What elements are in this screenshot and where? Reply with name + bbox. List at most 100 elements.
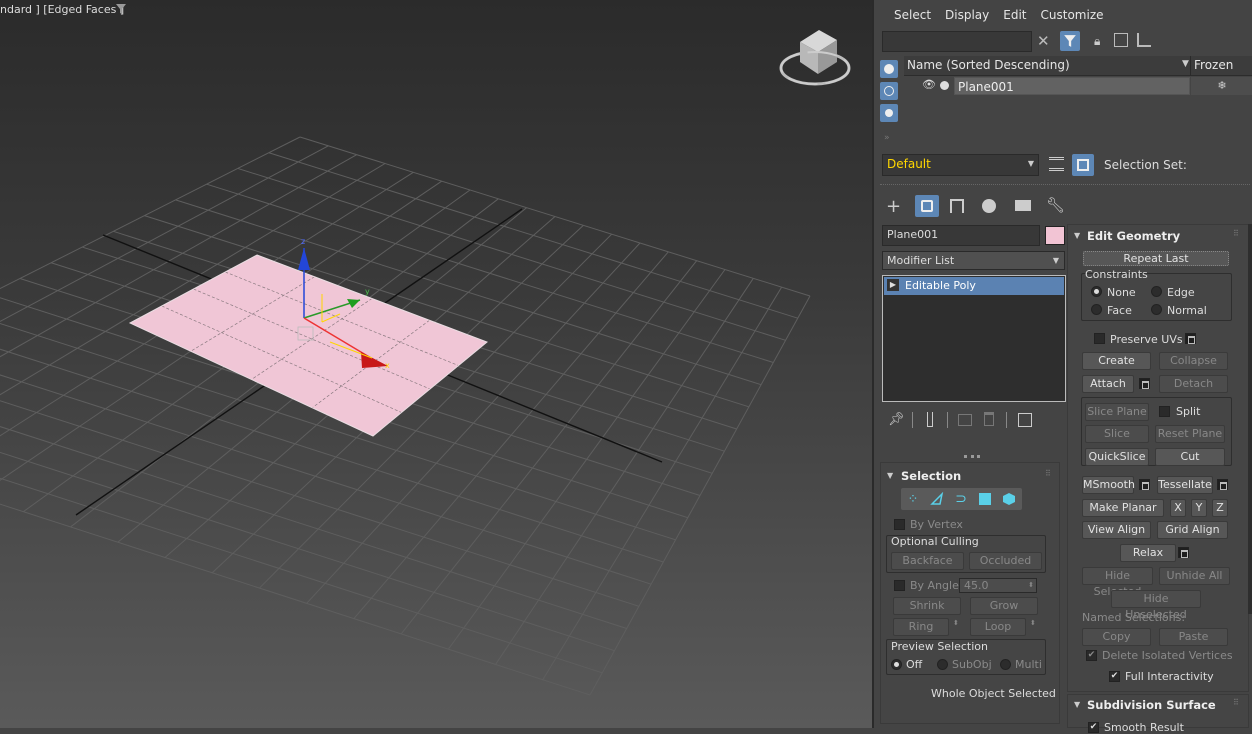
menu-display[interactable]: Display [945,8,989,22]
paste-button[interactable]: Paste [1159,628,1228,646]
hide-unselected-button[interactable]: Hide Unselected [1111,590,1201,621]
edit-geometry-title[interactable]: Edit Geometry [1087,229,1180,243]
make-unique-icon[interactable] [958,414,972,426]
backface-button[interactable]: Backface [891,552,964,570]
by-vertex-checkbox[interactable] [894,519,905,530]
menu-edit[interactable]: Edit [1003,8,1026,22]
drag-handle-icon[interactable]: ⠿ [1233,698,1239,707]
split-checkbox[interactable] [1159,406,1170,417]
selection-set-icon[interactable] [1072,154,1094,176]
expand-icon[interactable]: » [884,133,890,143]
visibility-eye-icon[interactable]: 👁︎ [922,78,936,91]
display-shapes-icon[interactable] [880,82,898,100]
collapse-button[interactable]: Collapse [1159,352,1228,370]
preserve-uvs-checkbox[interactable] [1094,333,1105,344]
hierarchy-icon[interactable] [1114,33,1128,47]
full-interactivity-checkbox[interactable]: ✔ [1109,671,1120,682]
column-name-header[interactable]: Name (Sorted Descending) [907,58,1070,72]
constraint-edge-radio[interactable] [1151,286,1162,297]
constraint-face-radio[interactable] [1091,304,1102,315]
vertex-icon[interactable]: ⁘ [903,489,923,509]
element-icon[interactable] [999,489,1019,509]
scene-search-input[interactable] [882,31,1032,52]
object-name-field[interactable]: Plane001 [882,225,1040,246]
create-button[interactable]: Create [1082,352,1151,370]
configure-sets-icon[interactable] [1018,413,1032,427]
column-frozen-header[interactable]: Frozen [1194,58,1233,72]
collapse-arrow-icon[interactable]: ▼ [1074,700,1080,709]
menu-customize[interactable]: Customize [1041,8,1104,22]
preview-off-radio[interactable] [891,659,902,670]
drag-handle-icon[interactable]: ⠿ [1045,469,1051,478]
shrink-button[interactable]: Shrink [893,597,961,615]
detach-button[interactable]: Detach [1159,375,1228,393]
ring-button[interactable]: Ring [893,618,949,636]
slice-plane-button[interactable]: Slice Plane [1085,403,1149,421]
angle-spinner[interactable]: 45.0 ⬍ [959,578,1037,593]
slice-button[interactable]: Slice [1085,425,1149,443]
layer-dropdown[interactable]: Default ▼ [882,154,1039,176]
quickslice-button[interactable]: QuickSlice [1085,448,1149,466]
constraint-normal-radio[interactable] [1151,304,1162,315]
utilities-tab-icon[interactable]: 🔧︎ [1046,196,1065,214]
object-name-cell[interactable]: Plane001 [954,77,1190,95]
preserve-uvs-settings-icon[interactable] [1185,333,1196,344]
object-color-swatch[interactable] [1045,226,1065,245]
cut-button[interactable]: Cut [1155,448,1225,466]
render-dot-icon[interactable] [940,81,949,90]
planar-x-button[interactable]: X [1170,499,1186,517]
tessellate-settings-icon[interactable] [1217,479,1228,490]
expand-arrow-icon[interactable]: ▶ [887,279,899,291]
relax-button[interactable]: Relax [1120,544,1176,562]
make-planar-button[interactable]: Make Planar [1082,499,1164,517]
modify-tab-icon[interactable] [915,195,939,217]
delete-isolated-checkbox[interactable]: ✔ [1086,650,1097,661]
viewport-label[interactable]: ndard ] [Edged Faces ] [0,3,124,16]
edge-icon[interactable] [927,489,947,509]
unhide-all-button[interactable]: Unhide All [1159,567,1230,585]
modifier-stack[interactable]: ▶ Editable Poly [882,275,1066,402]
splitter-handle[interactable] [964,455,980,458]
lock-icon[interactable]: 🔒︎ [1094,34,1100,49]
panel-scrollbar[interactable] [1248,224,1252,614]
spinner-arrows-icon[interactable]: ⬍ [1028,579,1034,592]
repeat-last-button[interactable]: Repeat Last [1083,251,1229,266]
modifier-list-dropdown[interactable]: Modifier List ▼ [882,251,1065,270]
constraint-none-radio[interactable] [1091,286,1102,297]
freeze-icon[interactable]: ❄ [1191,77,1252,95]
sort-arrow-icon[interactable]: ▼ [1182,59,1189,69]
display-tab-icon[interactable] [1015,200,1031,211]
by-angle-checkbox[interactable] [894,580,905,591]
hide-selected-button[interactable]: Hide Selected [1082,567,1153,598]
remove-modifier-icon[interactable] [984,412,994,426]
perspective-viewport[interactable]: z y x ndard ] [Edged Faces ] [0,0,872,728]
motion-tab-icon[interactable] [982,199,996,213]
display-lights-icon[interactable] [880,104,898,122]
view-align-button[interactable]: View Align [1082,521,1151,539]
preview-subobj-radio[interactable] [937,659,948,670]
show-end-result-icon[interactable] [927,412,933,427]
layers-icon[interactable] [1049,157,1064,171]
tree-icon[interactable] [1137,33,1151,47]
msmooth-settings-icon[interactable] [1139,479,1150,490]
tessellate-button[interactable]: Tessellate [1157,476,1213,494]
clear-search-icon[interactable]: ✕ [1037,32,1050,50]
border-icon[interactable]: ⊃ [951,489,971,509]
selection-title[interactable]: Selection [901,469,961,483]
loop-button[interactable]: Loop [970,618,1026,636]
collapse-arrow-icon[interactable]: ▼ [1074,231,1080,240]
menu-select[interactable]: Select [894,8,931,22]
create-tab-icon[interactable]: + [886,196,901,217]
collapse-arrow-icon[interactable]: ▼ [887,471,893,480]
msmooth-button[interactable]: MSmooth [1082,476,1135,494]
loop-spinner-icon[interactable]: ⬍ [1030,619,1036,627]
planar-z-button[interactable]: Z [1212,499,1228,517]
drag-handle-icon[interactable]: ⠿ [1233,229,1239,238]
filter-icon[interactable] [115,3,127,15]
subdivision-title[interactable]: Subdivision Surface [1087,698,1216,712]
occluded-button[interactable]: Occluded [969,552,1042,570]
planar-y-button[interactable]: Y [1191,499,1207,517]
polygon-icon[interactable] [975,489,995,509]
grid-align-button[interactable]: Grid Align [1157,521,1228,539]
grow-button[interactable]: Grow [970,597,1038,615]
